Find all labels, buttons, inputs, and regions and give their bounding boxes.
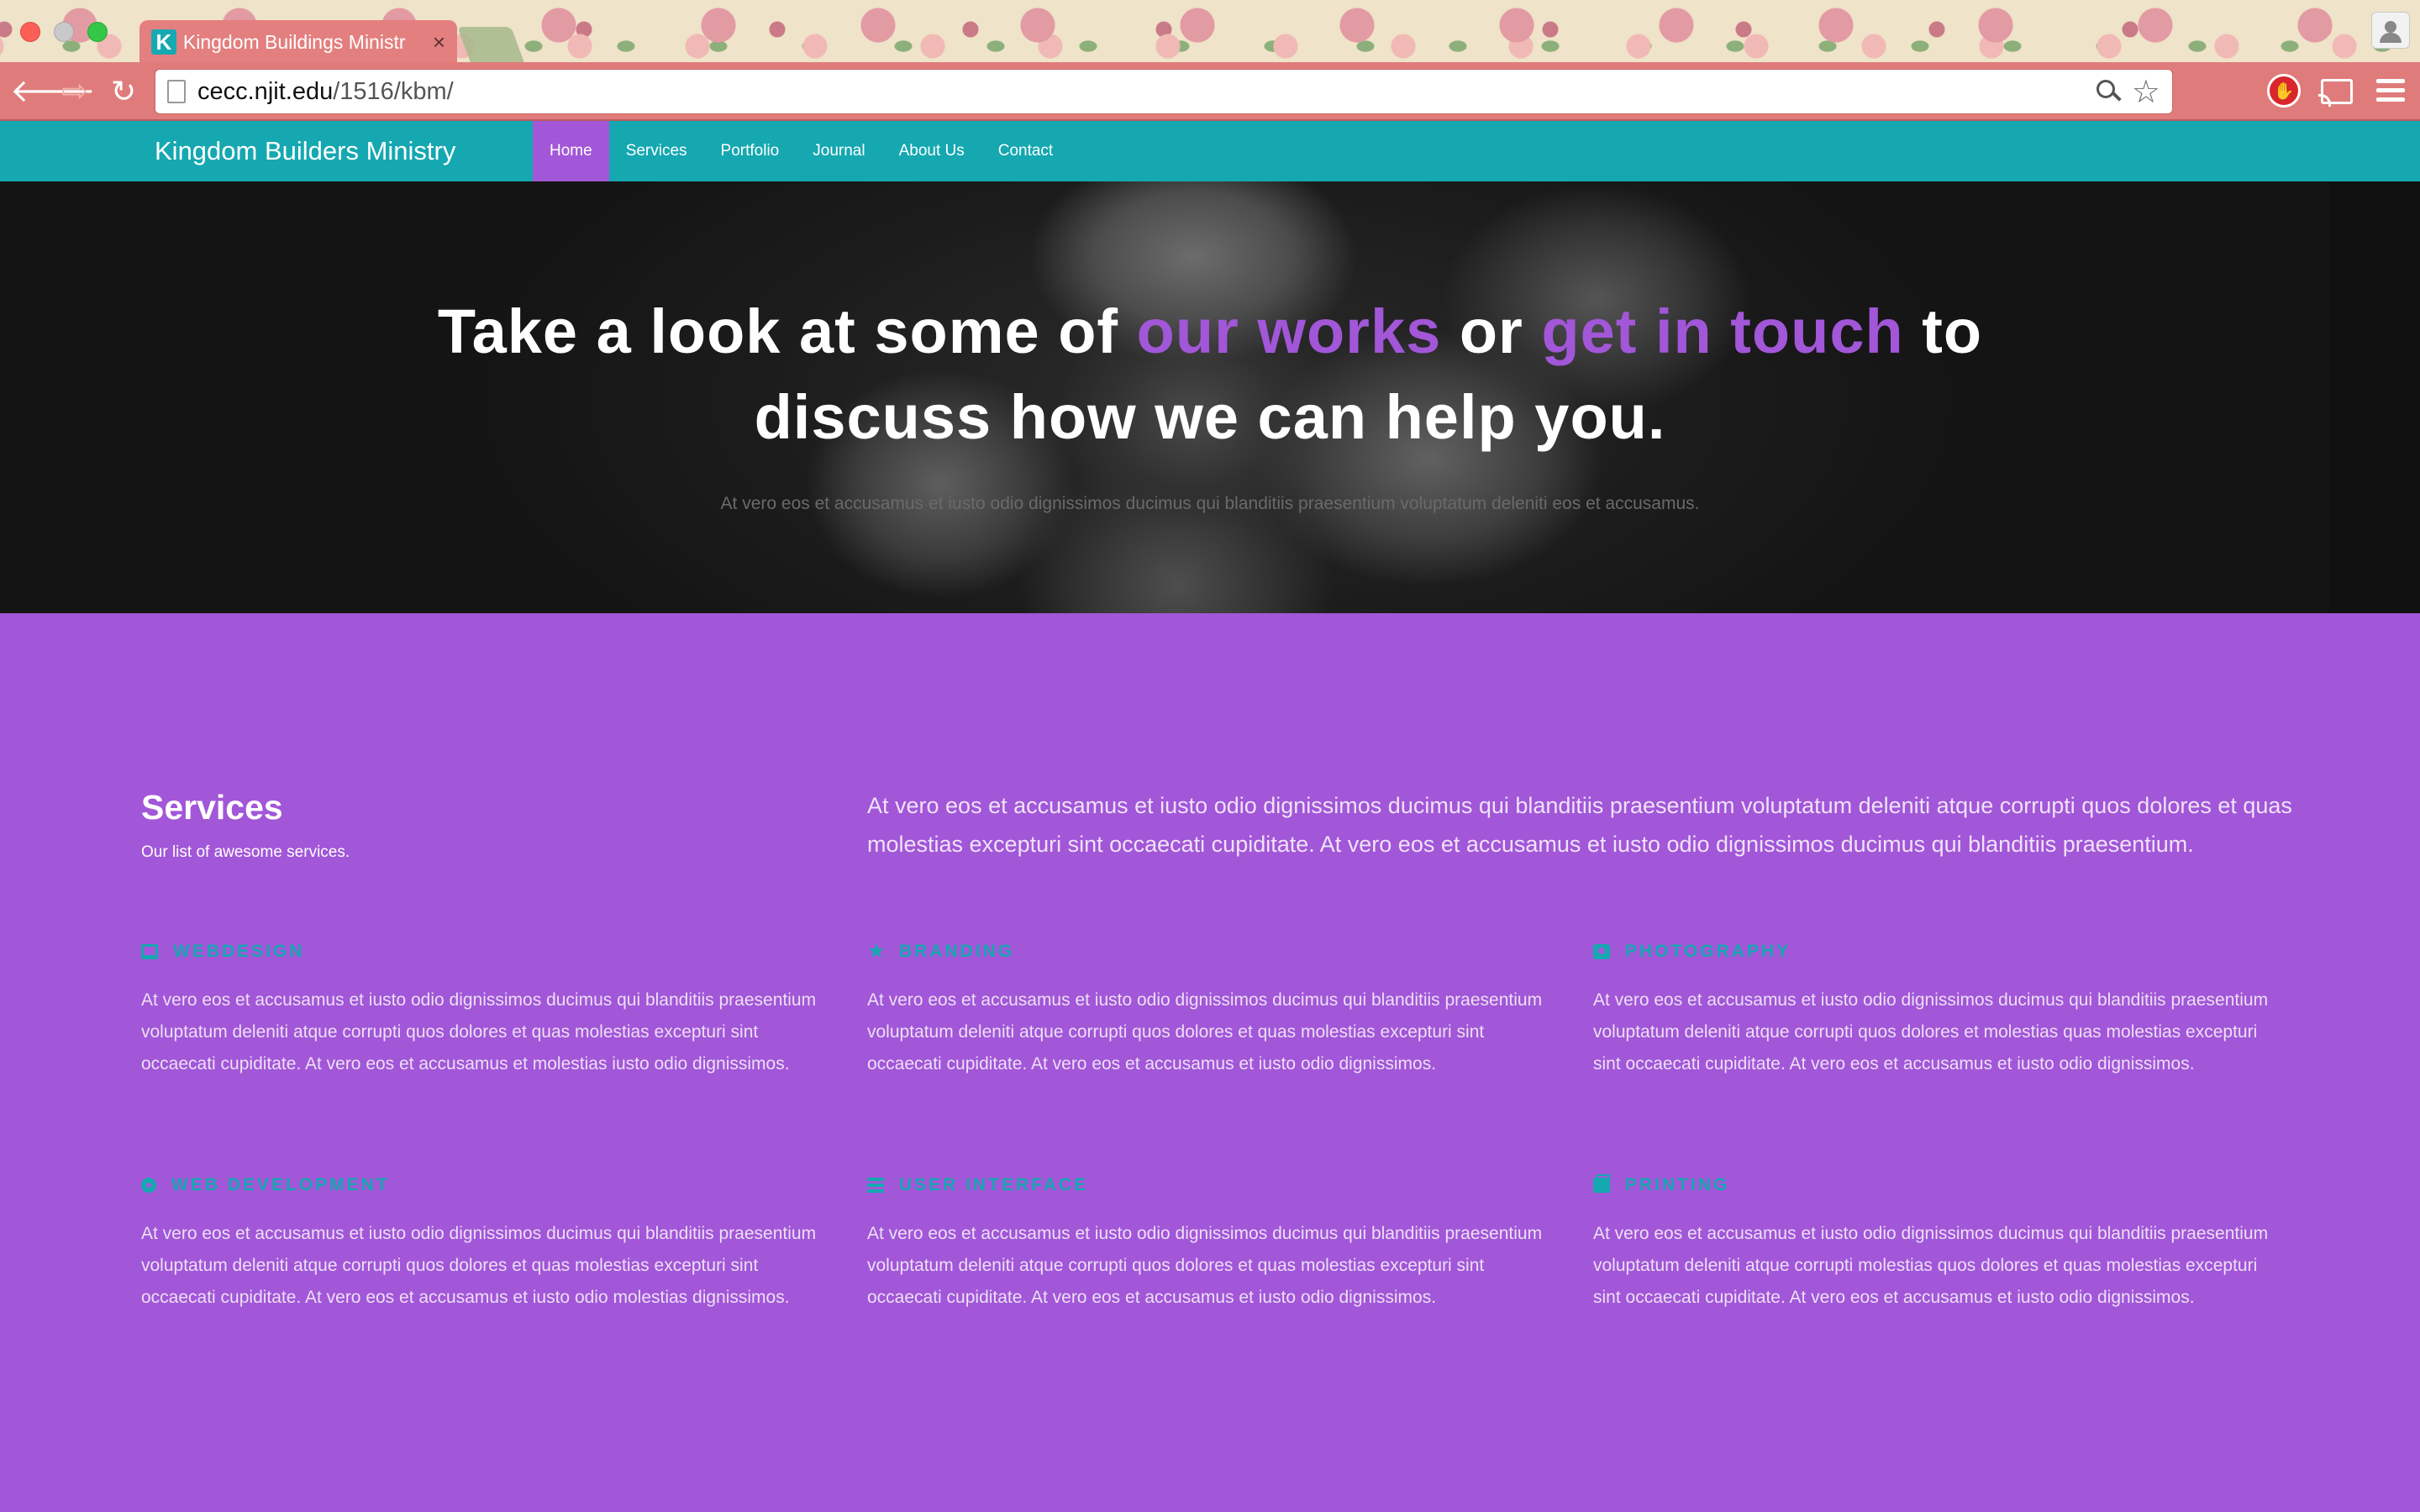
- service-branding: ★ BRANDING At vero eos et accusamus et iu…: [867, 939, 1556, 1080]
- service-text: At vero eos et accusamus et iusto odio d…: [1593, 1224, 2269, 1307]
- service-text: At vero eos et accusamus et iusto odio d…: [867, 990, 1543, 1074]
- hero-headline: Take a look at some of our works or get …: [336, 289, 2084, 460]
- service-webdesign: WEBDESIGN At vero eos et accusamus et iu…: [141, 939, 830, 1080]
- url-host: cecc.njit.edu: [197, 77, 334, 105]
- back-arrow-icon[interactable]: 🡐: [10, 74, 96, 109]
- zoom-icon[interactable]: [2095, 78, 2122, 105]
- service-text: At vero eos et accusamus et iusto odio d…: [141, 990, 817, 1074]
- url-path: /1516/kbm/: [333, 77, 454, 105]
- address-bar[interactable]: cecc.njit.edu/1516/kbm/ ☆: [155, 69, 2173, 114]
- browser-titlebar: K Kingdom Buildings Ministr ×: [0, 0, 2420, 64]
- laptop-icon: [141, 944, 158, 959]
- new-tab-button[interactable]: [457, 27, 524, 62]
- nav-link-home[interactable]: Home: [533, 121, 609, 181]
- service-name: USER INTERFACE: [899, 1175, 1089, 1194]
- service-name: PHOTOGRAPHY: [1625, 942, 1791, 961]
- service-web-development: WEB DEVELOPMENT At vero eos et accusamus…: [141, 1173, 830, 1314]
- interface-icon: [867, 1178, 884, 1193]
- minimize-window-button[interactable]: [54, 22, 74, 42]
- hero-section: Take a look at some of our works or get …: [0, 181, 2420, 613]
- maximize-window-button[interactable]: [87, 22, 108, 42]
- hero-subtitle: At vero eos et accusamus et iusto odio d…: [720, 494, 1700, 513]
- nav-link-services[interactable]: Services: [609, 121, 704, 181]
- service-text: At vero eos et accusamus et iusto odio d…: [1593, 990, 2269, 1074]
- tab-close-icon[interactable]: ×: [433, 29, 445, 55]
- services-section: Services Our list of awesome services. A…: [0, 613, 2420, 1512]
- nav-link-journal[interactable]: Journal: [796, 121, 881, 181]
- nav-link-about-us[interactable]: About Us: [882, 121, 981, 181]
- printer-icon: [1593, 1174, 1610, 1193]
- nav-link-portfolio[interactable]: Portfolio: [704, 121, 797, 181]
- services-title: Services: [141, 788, 283, 827]
- url-text[interactable]: cecc.njit.edu/1516/kbm/: [197, 78, 454, 106]
- forward-arrow-icon[interactable]: ⇨: [57, 74, 92, 109]
- service-name: BRANDING: [899, 942, 1015, 961]
- close-window-button[interactable]: [20, 22, 40, 42]
- service-printing: PRINTING At vero eos et accusamus et ius…: [1593, 1173, 2282, 1314]
- bookmark-star-icon[interactable]: ☆: [2132, 73, 2160, 111]
- services-subtitle: Our list of awesome services.: [141, 843, 350, 861]
- service-text: At vero eos et accusamus et iusto odio d…: [141, 1224, 817, 1307]
- site-navbar: Kingdom Builders Ministry Home Services Po…: [0, 121, 2420, 181]
- nav-links: Home Services Portfolio Journal About Us Cont…: [533, 121, 1070, 181]
- menu-icon[interactable]: [2376, 79, 2405, 104]
- page-icon: [167, 80, 186, 103]
- camera-icon: [1593, 944, 1610, 959]
- service-name: WEB DEVELOPMENT: [171, 1175, 390, 1194]
- adblock-icon[interactable]: ✋: [2267, 74, 2301, 108]
- cast-icon[interactable]: [2318, 79, 2353, 107]
- cog-icon: [141, 1178, 156, 1193]
- get-in-touch-link[interactable]: get in touch: [1541, 297, 1903, 366]
- service-photography: PHOTOGRAPHY At vero eos et accusamus et …: [1593, 939, 2282, 1080]
- service-name: WEBDESIGN: [173, 942, 305, 961]
- browser-toolbar: 🡐 ⇨ ↻ cecc.njit.edu/1516/kbm/ ☆ ✋: [0, 62, 2420, 121]
- star-icon: ★: [867, 940, 886, 963]
- nav-link-contact[interactable]: Contact: [981, 121, 1070, 181]
- service-name: PRINTING: [1625, 1175, 1730, 1194]
- site-brand[interactable]: Kingdom Builders Ministry: [155, 121, 455, 181]
- service-text: At vero eos et accusamus et iusto odio d…: [867, 1224, 1543, 1307]
- tab-title: Kingdom Buildings Ministr: [182, 30, 406, 53]
- hero-headline-text-2: or: [1441, 297, 1542, 366]
- hero-edge: [2329, 181, 2420, 613]
- reload-icon[interactable]: ↻: [106, 74, 141, 109]
- favicon-icon: K: [151, 29, 176, 55]
- browser-tab[interactable]: K Kingdom Buildings Ministr ×: [139, 20, 457, 64]
- service-user-interface: USER INTERFACE At vero eos et accusamus …: [867, 1173, 1556, 1314]
- profile-icon[interactable]: [2371, 12, 2410, 49]
- our-works-link[interactable]: our works: [1137, 297, 1442, 366]
- services-intro: At vero eos et accusamus et iusto odio d…: [867, 793, 2292, 857]
- hero-headline-text-1: Take a look at some of: [437, 297, 1137, 366]
